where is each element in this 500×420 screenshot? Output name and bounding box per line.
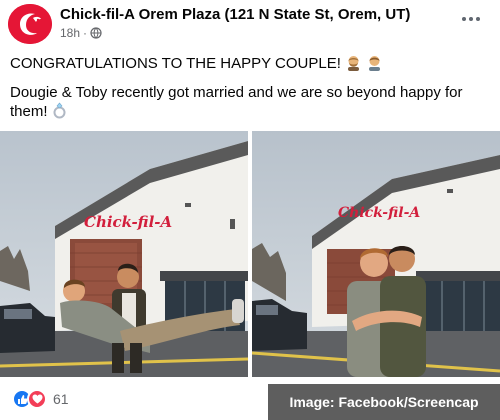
post-headline-line: CONGRATULATIONS TO THE HAPPY COUPLE! [10, 54, 490, 73]
couple-hug-photo: Chick-fil-A [252, 131, 500, 377]
post-meta: 18h · [60, 26, 102, 40]
reaction-count: 61 [53, 391, 69, 407]
reactions-summary[interactable]: 61 [12, 389, 69, 409]
globe-icon [90, 27, 102, 39]
post-header: Chick-fil-A Orem Plaza (121 N State St, … [0, 0, 500, 44]
sign-text: Chick-fil-A [338, 205, 420, 221]
post-body: Dougie & Toby recently got married and w… [10, 84, 463, 120]
man-emoji [369, 56, 381, 71]
post-timestamp[interactable]: 18h [60, 26, 80, 40]
more-horizontal-icon [462, 17, 466, 21]
photo-right[interactable]: Chick-fil-A [252, 131, 500, 377]
thumbs-up-glyph-icon [17, 394, 27, 404]
meta-separator: · [83, 26, 88, 40]
photo-left[interactable]: Chick-fil-A [0, 131, 248, 377]
heart-glyph-icon [32, 394, 42, 404]
sign-text: Chick-fil-A [84, 213, 172, 231]
chick-fil-a-logo-icon [8, 4, 52, 44]
post-body-paragraph: Dougie & Toby recently got married and w… [10, 83, 490, 121]
more-options-button[interactable] [458, 8, 484, 30]
love-icon [27, 389, 47, 409]
post-message: CONGRATULATIONS TO THE HAPPY COUPLE! Dou… [10, 54, 490, 121]
image-credit: Image: Facebook/Screencap [268, 384, 500, 420]
photo-grid: Chick-fil-A Chick-fil-A [0, 131, 500, 377]
page-avatar[interactable] [8, 4, 52, 44]
more-dot [469, 17, 473, 21]
post-headline: CONGRATULATIONS TO THE HAPPY COUPLE! [10, 55, 341, 72]
ring-emoji [53, 102, 66, 119]
more-dot [476, 17, 480, 21]
person-with-beard-emoji [348, 56, 360, 71]
couple-carry-photo: Chick-fil-A [0, 131, 248, 377]
page-name[interactable]: Chick-fil-A Orem Plaza (121 N State St, … [60, 6, 410, 23]
post-footer: 61 Image: Facebook/Screencap [0, 380, 500, 420]
